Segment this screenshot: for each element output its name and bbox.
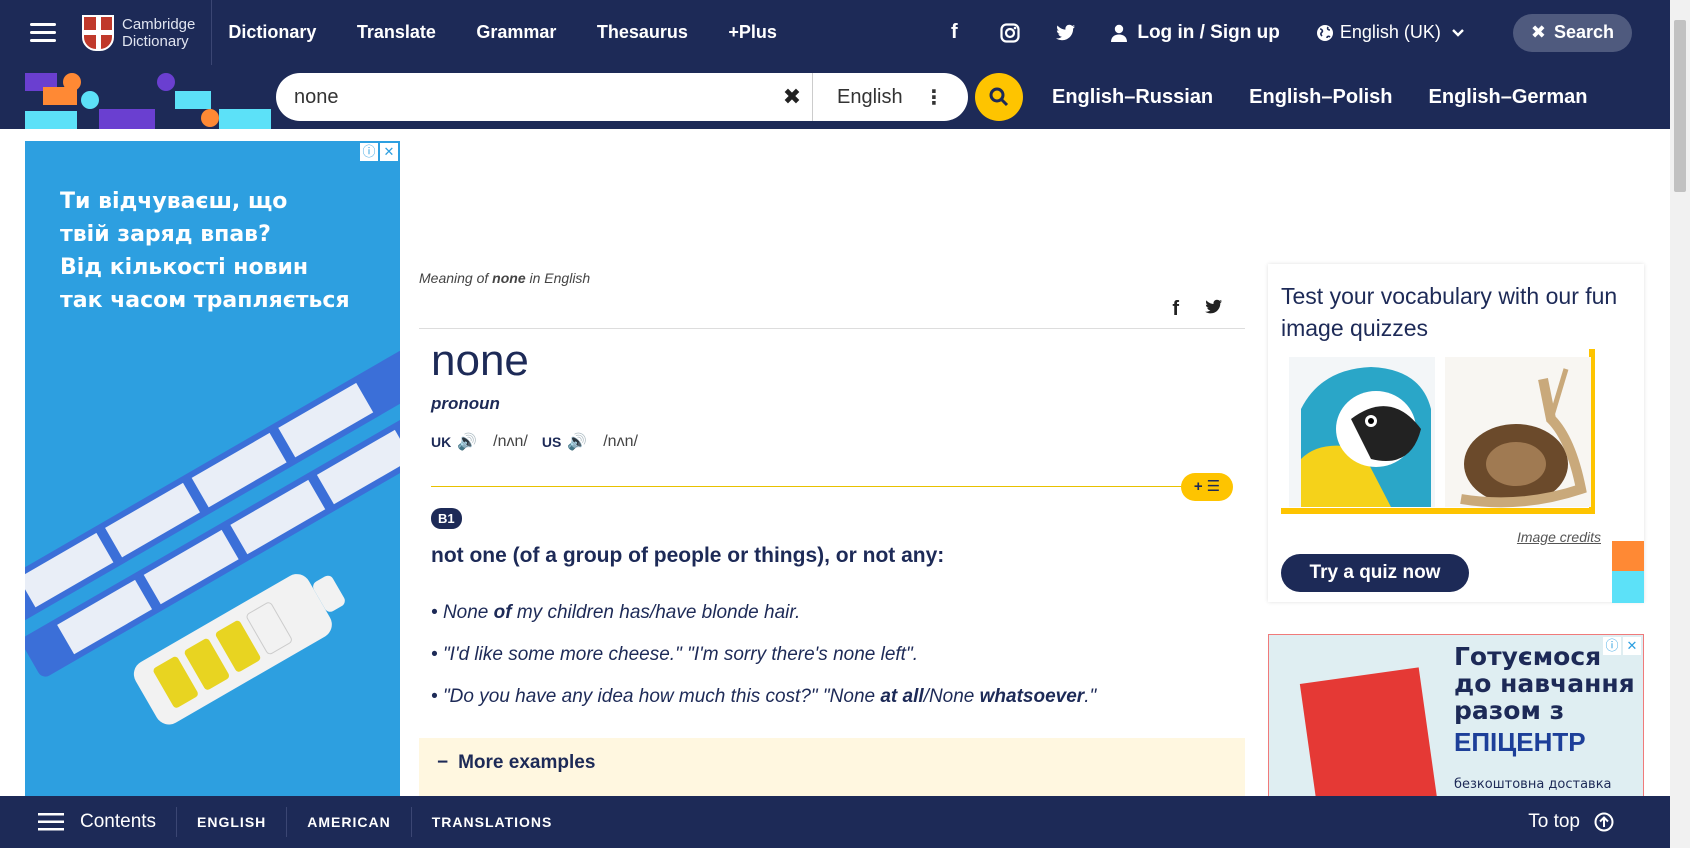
uk-label: UK <box>431 434 452 450</box>
site-logo[interactable]: Cambridge Dictionary <box>82 0 213 65</box>
ad-product-image <box>1299 667 1439 813</box>
contents-button[interactable]: Contents <box>38 807 178 837</box>
image-quiz-panel: Test your vocabulary with our fun image … <box>1268 264 1644 602</box>
share-facebook-icon[interactable]: f <box>1172 298 1179 321</box>
bottom-toolbar: Contents ENGLISH AMERICAN TRANSLATIONS T… <box>0 796 1670 848</box>
page-scrollbar[interactable] <box>1670 0 1690 848</box>
sense-divider <box>431 486 1201 487</box>
user-icon <box>1111 24 1128 42</box>
search-icon <box>989 87 1009 107</box>
arrow-up-circle-icon <box>1594 812 1614 832</box>
top-navigation-bar: Cambridge Dictionary Dictionary Translat… <box>0 0 1670 65</box>
tab-american[interactable]: AMERICAN <box>287 807 412 837</box>
search-box: none ✖ English ⋮ <box>276 73 968 121</box>
main-nav: Dictionary Translate Grammar Thesaurus +… <box>212 22 777 43</box>
nav-grammar[interactable]: Grammar <box>476 22 556 42</box>
logo-line1: Cambridge <box>122 15 196 33</box>
more-vertical-icon: ⋮ <box>924 86 944 109</box>
globe-icon <box>1316 24 1333 41</box>
scrollbar-thumb[interactable] <box>1674 20 1686 192</box>
pronunciation-row: UK 🔊 /nʌn/ US 🔊 /nʌn/ <box>431 432 652 452</box>
language-label: English (UK) <box>1339 22 1441 42</box>
search-button-label: Search <box>1553 22 1614 42</box>
quiz-images[interactable] <box>1281 349 1595 514</box>
ad-info-icon[interactable]: ⓘ <box>1603 637 1621 655</box>
more-examples-toggle[interactable]: − More examples <box>437 752 595 774</box>
ad-subtitle: безкоштовна доставка <box>1454 777 1612 792</box>
language-selector[interactable]: English (UK) <box>1316 22 1465 43</box>
close-icon: ✖ <box>1530 22 1546 42</box>
pair-english-german[interactable]: English–German <box>1429 86 1588 109</box>
pair-english-russian[interactable]: English–Russian <box>1052 86 1213 109</box>
ad-illustration <box>25 350 400 725</box>
speaker-icon[interactable]: 🔊 <box>567 432 587 452</box>
to-top-label: To top <box>1528 811 1580 832</box>
minus-icon: − <box>437 752 449 773</box>
uk-ipa: /nʌn/ <box>493 433 528 450</box>
nav-thesaurus[interactable]: Thesaurus <box>597 22 688 42</box>
meaning-prefix: Meaning of <box>419 270 489 286</box>
headword: none <box>431 336 529 385</box>
menu-icon[interactable] <box>30 22 58 43</box>
ad-right-line: до навчання <box>1454 669 1635 698</box>
nav-plus[interactable]: +Plus <box>728 22 777 42</box>
advertisement-right[interactable]: Готуємося до навчання разом з ЕПІЦЕНТР б… <box>1268 634 1644 814</box>
decorative-blocks <box>25 65 271 129</box>
dictionary-label: English <box>837 85 903 108</box>
parrot-snail-image <box>1289 357 1591 508</box>
pair-english-polish[interactable]: English–Polish <box>1249 86 1392 109</box>
ad-right-line: разом з <box>1454 696 1565 725</box>
to-top-button[interactable]: To top <box>1528 796 1614 848</box>
add-to-wordlist-button[interactable]: + ☰ <box>1181 473 1233 501</box>
search-toggle-button[interactable]: ✖ Search <box>1512 13 1632 52</box>
part-of-speech: pronoun <box>431 394 500 413</box>
cambridge-shield-icon <box>82 14 114 51</box>
search-input[interactable]: none <box>276 86 772 109</box>
image-credits-link[interactable]: Image credits <box>1517 529 1601 545</box>
instagram-icon[interactable] <box>999 22 1021 44</box>
speaker-icon[interactable]: 🔊 <box>457 432 477 452</box>
example-sentence: • "I'd like some more cheese." "I'm sorr… <box>431 644 918 665</box>
decorative-square <box>1612 571 1644 603</box>
example-sentence: • None of my children has/have blonde ha… <box>431 602 801 623</box>
ad-brand: ЕПІЦЕНТР <box>1454 727 1586 757</box>
meaning-word: none <box>492 270 526 286</box>
nav-dictionary[interactable]: Dictionary <box>228 22 316 42</box>
twitter-icon[interactable] <box>1055 22 1077 44</box>
share-twitter-icon[interactable] <box>1205 298 1223 321</box>
us-ipa: /nʌn/ <box>603 433 638 450</box>
divider <box>419 328 1245 329</box>
advertisement-left[interactable]: ⓘ ✕ Ти відчуваєш, що твій заряд впав? Ві… <box>25 141 400 801</box>
try-quiz-button[interactable]: Try a quiz now <box>1281 554 1469 592</box>
meaning-caption: Meaning of none in English <box>419 270 1245 286</box>
clear-icon[interactable]: ✖ <box>772 84 812 110</box>
search-bar-row: none ✖ English ⋮ English–Russian English… <box>0 65 1670 129</box>
nav-translate[interactable]: Translate <box>357 22 436 42</box>
login-link[interactable]: Log in / Sign up <box>1111 21 1280 44</box>
more-examples-label: More examples <box>458 752 596 773</box>
chevron-down-icon <box>1452 28 1464 37</box>
decorative-square <box>1612 541 1644 571</box>
level-badge: B1 <box>431 508 462 529</box>
dictionary-entry: Meaning of none in English f none pronou… <box>419 270 1245 808</box>
tab-english[interactable]: ENGLISH <box>177 807 288 837</box>
tab-translations[interactable]: TRANSLATIONS <box>412 807 573 837</box>
login-label: Log in / Sign up <box>1137 21 1280 43</box>
logo-line2: Dictionary <box>122 32 189 50</box>
dictionary-selector[interactable]: English ⋮ <box>812 73 968 121</box>
us-label: US <box>541 434 562 450</box>
meaning-suffix: in English <box>529 270 591 286</box>
ad-close-icon[interactable]: ✕ <box>1623 637 1641 655</box>
definition: not one (of a group of people or things)… <box>431 544 945 567</box>
example-sentence: • "Do you have any idea how much this co… <box>431 686 1097 707</box>
quiz-title: Test your vocabulary with our fun image … <box>1281 283 1618 341</box>
menu-icon <box>38 813 64 831</box>
facebook-icon[interactable]: f <box>943 21 965 44</box>
language-pairs: English–Russian English–Polish English–G… <box>1052 65 1623 129</box>
contents-label: Contents <box>80 811 157 832</box>
search-submit-button[interactable] <box>975 73 1023 121</box>
